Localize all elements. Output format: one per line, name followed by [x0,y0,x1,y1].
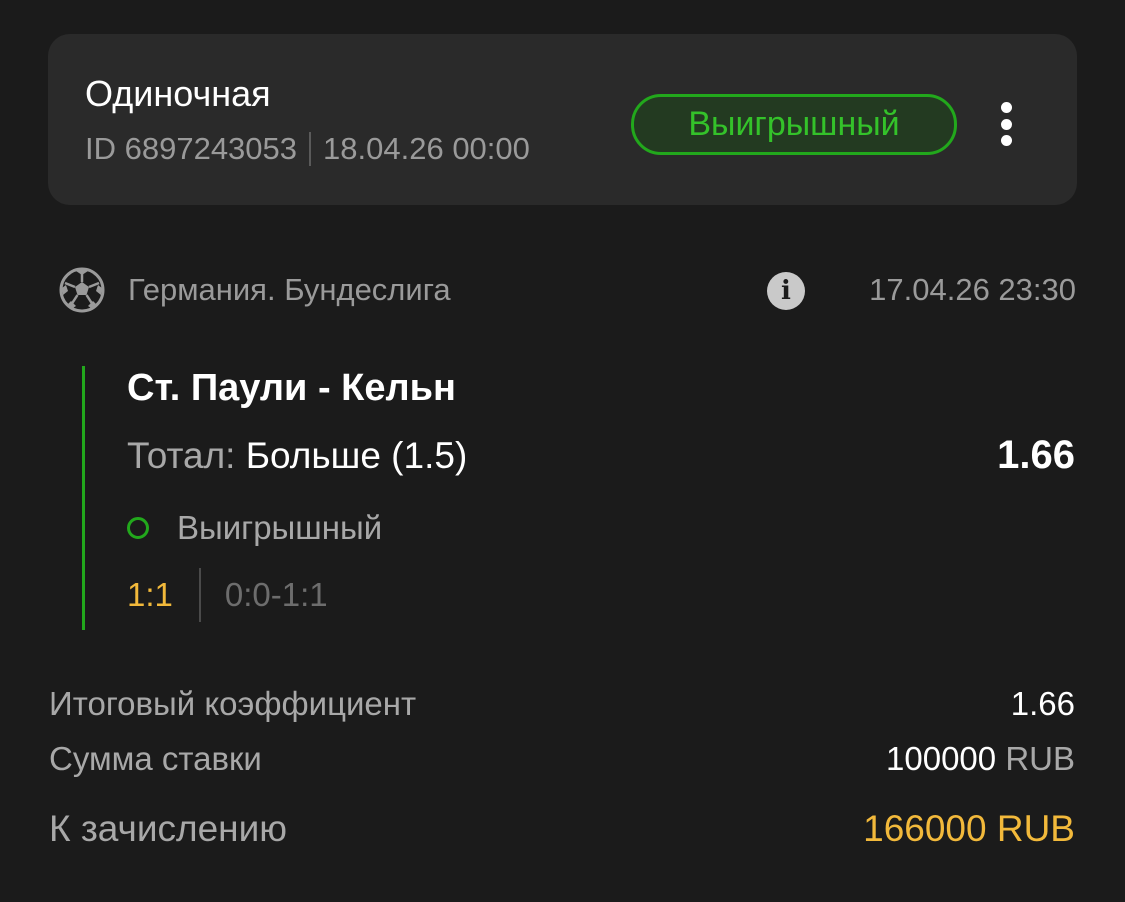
info-icon[interactable]: i [767,272,805,310]
more-vertical-icon [1000,102,1012,113]
bet-datetime: 18.04.26 00:00 [323,131,530,166]
total-odds-row: Итоговый коэффициент 1.66 [49,684,1075,724]
match-name: Ст. Паули - Кельн [127,367,456,409]
score-row: 1:1 0:0-1:1 [127,568,328,622]
stake-row: Сумма ставки 100000 RUB [49,739,1075,779]
soccer-ball-icon [59,267,105,313]
result-text: Выигрышный [177,509,383,546]
market: Тотал: Больше (1.5) [127,434,467,478]
total-odds-value: 1.66 [1010,685,1075,722]
event-datetime: 17.04.26 23:30 [869,272,1076,307]
stake-currency: RUB [1005,740,1075,777]
result-row: Выигрышный [127,508,382,548]
market-value: Больше (1.5) [245,435,468,476]
period-scores: 0:0-1:1 [224,576,328,613]
bet-meta: ID 6897243053 18.04.26 00:00 [85,132,530,166]
payout-row: К зачислению 166000 RUB [49,807,1075,851]
event-status-bar [82,366,85,630]
bet-header-card: Одиночная ID 6897243053 18.04.26 00:00 В… [48,34,1077,205]
more-options-button[interactable] [986,98,1026,150]
total-odds-label: Итоговый коэффициент [49,685,417,722]
payout-value: 166000 RUB [863,808,1075,849]
score-divider [198,568,201,622]
stake-amount: 100000 [886,740,997,777]
stake-label: Сумма ставки [49,740,262,777]
result-status-icon [127,517,149,539]
status-badge: Выигрышный [631,94,957,155]
meta-divider [309,132,312,166]
payout-label: К зачислению [49,808,288,849]
league-name: Германия. Бундеслига [128,272,451,307]
stake-value: 100000 RUB [886,739,1075,779]
bet-id: ID 6897243053 [85,131,298,166]
market-label: Тотал: [127,435,236,476]
more-dot [1000,135,1012,146]
league-row: Германия. Бундеслига i 17.04.26 23:30 [58,266,1076,314]
event-odds: 1.66 [997,433,1075,477]
bet-type-title: Одиночная [85,73,271,114]
more-dot [1000,118,1012,130]
final-score: 1:1 [127,576,173,613]
